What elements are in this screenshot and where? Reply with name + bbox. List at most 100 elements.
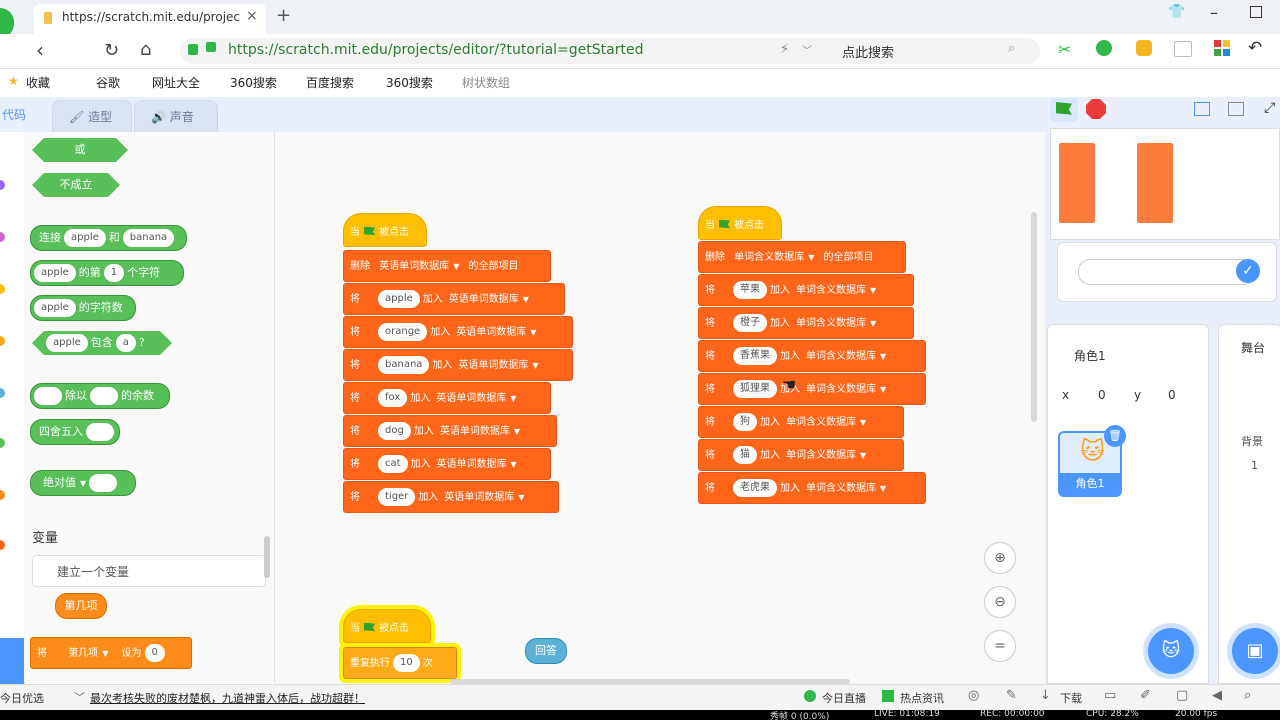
stop-button[interactable] [1086, 99, 1106, 119]
delete-all-block[interactable]: 删除 单词含义数据库 ▼ 的全部项目 [698, 241, 906, 273]
add-sprite-button[interactable]: 🐱 [1148, 628, 1194, 674]
back-icon[interactable]: ‹ [36, 38, 44, 62]
y-value[interactable]: 0 [1168, 388, 1176, 402]
round-input[interactable] [86, 423, 114, 441]
undo-icon[interactable]: ↶ [1248, 38, 1262, 58]
add-to-list-block[interactable]: 将老虎果 加入 单词含义数据库 ▼ [698, 472, 926, 504]
dropdown-arrow-icon[interactable]: ▼ [518, 493, 524, 502]
item-input[interactable]: tiger [378, 488, 416, 506]
close-tab-icon[interactable]: × [246, 8, 258, 24]
item-input[interactable]: dog [378, 422, 411, 440]
bookmark-nav[interactable]: 网址大全 [152, 74, 200, 91]
add-to-list-block[interactable]: 将 fox 加入 英语单词数据库 ▼ [343, 382, 551, 414]
dropdown-arrow-icon[interactable]: ▼ [860, 418, 866, 427]
search-hint[interactable]: 点此搜索 [842, 42, 894, 61]
bookmark-google[interactable]: 谷歌 [96, 74, 120, 91]
pin-icon[interactable]: ✎ [1006, 688, 1017, 703]
download-link[interactable]: 下载 [1060, 690, 1082, 706]
item-input[interactable]: 香蕉果 [733, 347, 777, 365]
delete-all-block[interactable]: 删除 英语单词数据库 ▼ 的全部项目 [343, 250, 551, 282]
repeat-block[interactable]: 重复执行 10 次 [343, 647, 457, 679]
category-looks[interactable] [0, 180, 5, 190]
add-to-list-block[interactable]: 将 orange 加入 英语单词数据库 ▼ [343, 316, 573, 348]
speed-icon[interactable]: ◎ [968, 688, 979, 703]
dropdown-arrow-icon[interactable]: ▼ [870, 286, 876, 295]
tab-costume[interactable]: 🖌 造型 [52, 100, 132, 133]
dropdown-arrow-icon[interactable]: ▼ [523, 295, 529, 304]
lightning-icon[interactable]: ⚡ [780, 42, 789, 57]
category-lists[interactable] [0, 540, 5, 550]
chevron-down-icon[interactable]: ﹀ [74, 689, 85, 705]
apps-icon[interactable] [1214, 40, 1221, 47]
item-input[interactable]: 狗 [733, 413, 757, 431]
item-input[interactable]: apple [378, 290, 420, 308]
zoom-reset-icon[interactable]: = [984, 630, 1016, 662]
dropdown-arrow-icon[interactable]: ▼ [860, 451, 866, 460]
extension-icon[interactable] [1096, 40, 1112, 56]
item-input[interactable]: cat [378, 455, 408, 473]
large-stage-icon[interactable] [1228, 102, 1244, 116]
add-to-list-block[interactable]: 将 dog 加入 英语单词数据库 ▼ [343, 415, 557, 447]
dropdown-arrow-icon[interactable]: ▼ [532, 361, 538, 370]
dropdown-arrow-icon[interactable]: ▼ [514, 427, 520, 436]
screen-icon[interactable]: ▭ [1104, 688, 1116, 703]
join-block[interactable]: 连接 apple 和 banana [30, 225, 187, 251]
zoom-icon[interactable]: ⌕ [1244, 688, 1251, 703]
round-block[interactable]: 四舍五入 [30, 419, 120, 445]
trash-icon[interactable]: 🗑 [1104, 425, 1126, 447]
bookmark-favorites[interactable]: 收藏 [26, 74, 50, 91]
when-flag-clicked-hat[interactable]: 当被点击 [343, 609, 431, 643]
not-block[interactable]: 不成立 [32, 173, 120, 197]
tab-sound[interactable]: 🔊 声音 [134, 100, 218, 133]
make-variable-button[interactable]: 建立一个变量 [32, 555, 266, 587]
add-to-list-block[interactable]: 将 tiger 加入 英语单词数据库 ▼ [343, 481, 559, 513]
abs-block[interactable]: 绝对值 ▼ [30, 470, 136, 496]
minimize-icon[interactable]: – [1210, 3, 1218, 22]
set-variable-block[interactable]: 将 第几项 ▼ 设为 0 [30, 637, 192, 669]
length-of-block[interactable]: apple 的字符数 [30, 295, 136, 321]
add-to-list-block[interactable]: 将 cat 加入 英语单词数据库 ▼ [343, 448, 551, 480]
contains-block[interactable]: apple 包含 a? [32, 331, 172, 355]
letter-of-block[interactable]: apple 的第 1 个字符 [30, 260, 184, 286]
address-field[interactable]: https://scratch.mit.edu/projects/editor/… [180, 38, 1040, 64]
add-to-list-block[interactable]: 将狗加入 单词含义数据库 ▼ [698, 406, 904, 438]
news-ticker[interactable]: 最次考核失败的废材楚枫，九道神雷入体后，战功超群！ [90, 690, 365, 706]
dropdown-arrow-icon[interactable]: ▼ [880, 385, 886, 394]
add-to-list-block[interactable]: 将 apple 加入 英语单词数据库 ▼ [343, 283, 565, 315]
window-icon[interactable]: ▢ [1176, 688, 1188, 703]
category-control[interactable] [0, 336, 5, 346]
dropdown-arrow-icon[interactable]: ▼ [510, 394, 516, 403]
reload-icon[interactable]: ↻ [104, 40, 119, 61]
item-input[interactable]: 苹果 [733, 281, 767, 299]
check-icon[interactable]: ✓ [1236, 259, 1260, 283]
palette-scrollbar[interactable] [264, 536, 270, 578]
fullscreen-icon[interactable]: ⤢ [1264, 100, 1275, 116]
item-input[interactable]: 猫 [733, 446, 757, 464]
bookmark-tree-array[interactable]: 树状数组 [462, 74, 510, 91]
x-value[interactable]: 0 [1098, 388, 1106, 402]
mod-block[interactable]: 除以 的余数 [30, 383, 170, 409]
today-picks[interactable]: 今日优选 [0, 690, 44, 706]
add-to-list-block[interactable]: 将狐狸果 加入 单词含义数据库 ▼ [698, 373, 926, 405]
item-input[interactable]: orange [378, 323, 428, 341]
item-input[interactable]: 老虎果 [733, 479, 777, 497]
scissors-icon[interactable]: ✂ [1058, 40, 1071, 59]
shield-icon[interactable] [1136, 40, 1152, 56]
bookmark-360-search[interactable]: 360搜索 [230, 74, 277, 91]
tab-code[interactable]: 代码 [2, 106, 26, 123]
small-stage-icon[interactable] [1194, 102, 1210, 116]
dropdown-arrow-icon[interactable]: ▼ [880, 484, 886, 493]
category-sensing[interactable] [0, 388, 5, 398]
dropdown-arrow-icon[interactable]: ▼ [530, 328, 536, 337]
search-icon[interactable]: ⌕ [1008, 41, 1015, 56]
mod-input-b[interactable] [90, 387, 118, 405]
dropdown-arrow-icon[interactable]: ▼ [80, 479, 86, 488]
category-operators[interactable] [0, 438, 5, 448]
stage-canvas[interactable] [1050, 128, 1280, 240]
category-events[interactable] [0, 284, 5, 294]
dropdown-arrow-icon[interactable]: ▼ [808, 253, 814, 262]
workspace-vertical-scrollbar[interactable] [1031, 212, 1037, 422]
browser-tab[interactable]: https://scratch.mit.edu/projec × [34, 4, 266, 34]
item-input[interactable]: 狐狸果 [733, 380, 777, 398]
category-variables[interactable] [0, 490, 5, 500]
